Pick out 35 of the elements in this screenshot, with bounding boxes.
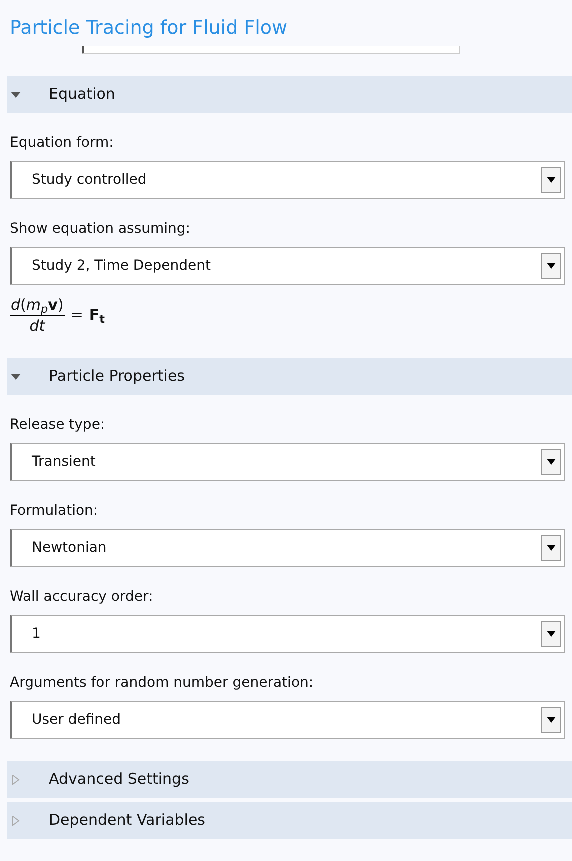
field-label: Show equation assuming: xyxy=(10,220,192,239)
dropdown-arrow-icon xyxy=(546,263,556,269)
input-field[interactable] xyxy=(82,46,460,54)
dropdown-arrow-icon xyxy=(546,545,556,551)
dropdown[interactable]: Study controlled xyxy=(10,161,565,199)
equals-sign: = xyxy=(70,305,84,326)
section-header[interactable]: Equation xyxy=(7,76,572,113)
field-label: Release type: xyxy=(10,416,106,435)
section-title: Advanced Settings xyxy=(49,769,190,790)
dropdown[interactable]: Study 2, Time Dependent xyxy=(10,247,565,285)
dropdown-arrow-icon xyxy=(546,459,556,465)
section-header[interactable]: Particle Properties xyxy=(7,358,572,395)
section-header[interactable]: Dependent Variables xyxy=(7,802,572,839)
force-term: F$_{t}$ xyxy=(89,305,106,327)
section-title: Equation xyxy=(49,84,116,106)
collapse-icon xyxy=(11,372,21,382)
field-label: Arguments for random number generation: xyxy=(10,674,315,693)
expand-icon xyxy=(11,774,21,784)
dropdown[interactable]: User defined xyxy=(10,701,565,739)
dropdown[interactable]: Newtonian xyxy=(10,529,565,567)
fraction: d(m$_{p}$v) dt xyxy=(10,295,65,336)
dropdown[interactable]: Transient xyxy=(10,443,565,481)
field-label: Formulation: xyxy=(10,502,100,521)
field-label: Wall accuracy order: xyxy=(10,588,154,607)
dropdown-arrow-icon xyxy=(546,631,556,637)
dropdown-arrow-icon xyxy=(546,177,556,183)
expand-icon xyxy=(11,816,21,826)
dropdown[interactable]: 1 xyxy=(10,615,565,653)
field-label: Equation form: xyxy=(10,134,115,153)
collapse-icon xyxy=(11,90,21,100)
dropdown-arrow-icon xyxy=(546,717,556,723)
section-title: Particle Properties xyxy=(49,366,185,388)
panel-title: Particle Tracing for Fluid Flow xyxy=(9,16,289,41)
section-header[interactable]: Advanced Settings xyxy=(7,761,572,798)
section-title: Dependent Variables xyxy=(49,810,206,832)
